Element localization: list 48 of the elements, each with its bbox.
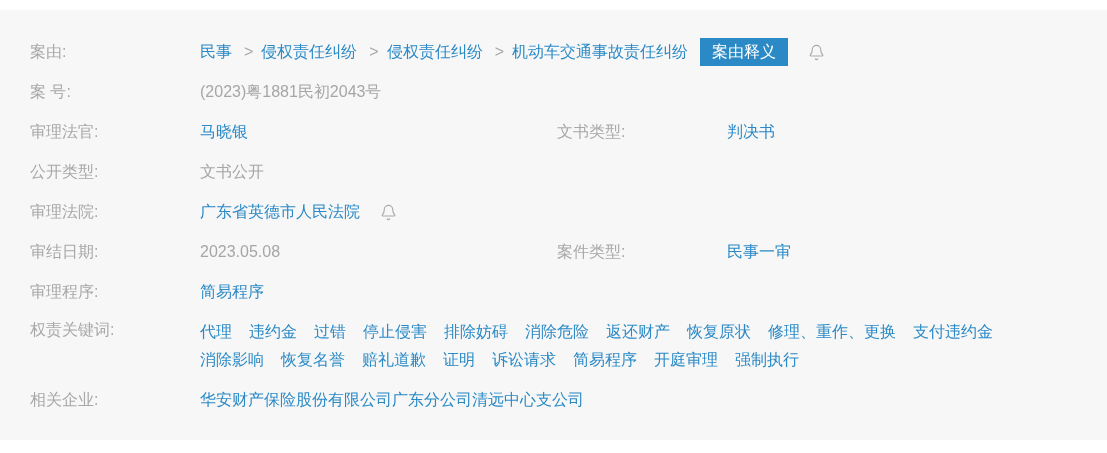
field-value: 2023.05.08	[200, 242, 281, 262]
field-value: 文书公开	[200, 162, 264, 182]
breadcrumb-separator: >	[244, 42, 254, 62]
breadcrumb-link[interactable]: 侵权责任纠纷	[261, 40, 358, 64]
value-link[interactable]: 简易程序	[200, 280, 264, 304]
field-label: 文书类型:	[557, 123, 626, 140]
keyword-link[interactable]: 诉讼请求	[492, 346, 556, 374]
value-link[interactable]: 华安财产保险股份有限公司广东分公司清远中心支公司	[200, 388, 584, 412]
field-label: 案 号:	[30, 83, 71, 100]
breadcrumb-link[interactable]: 侵权责任纠纷	[386, 40, 483, 64]
keyword-link[interactable]: 消除危险	[525, 318, 589, 346]
field-label: 审结日期:	[30, 243, 99, 260]
keyword-link[interactable]: 恢复名誉	[281, 346, 345, 374]
field-label: 审理法官:	[30, 123, 99, 140]
keyword-link[interactable]: 赔礼道歉	[362, 346, 426, 374]
field-value: (2023)粤1881民初2043号	[200, 82, 382, 102]
value-link[interactable]: 广东省英德市人民法院	[200, 200, 360, 224]
bell-icon[interactable]	[380, 203, 397, 221]
keyword-link[interactable]: 过错	[314, 318, 346, 346]
keyword-link[interactable]: 简易程序	[573, 346, 637, 374]
keyword-link[interactable]: 证明	[443, 346, 475, 374]
field-label: 权责关键词:	[30, 321, 115, 338]
field-label: 公开类型:	[30, 163, 99, 180]
value-link[interactable]: 判决书	[727, 120, 775, 144]
breadcrumb-separator: >	[369, 42, 379, 62]
keyword-link[interactable]: 消除影响	[200, 346, 264, 374]
reason-explain-button[interactable]: 案由释义	[700, 38, 789, 66]
field-label: 案由:	[30, 43, 67, 60]
field-label: 审理程序:	[30, 283, 99, 300]
field-label: 审理法院:	[30, 203, 99, 220]
breadcrumb-separator: >	[494, 42, 505, 62]
bell-icon[interactable]	[808, 43, 826, 61]
field-label: 相关企业:	[30, 391, 99, 408]
keyword-link[interactable]: 修理、重作、更换	[768, 318, 896, 346]
keyword-link[interactable]: 强制执行	[735, 346, 799, 374]
keyword-link[interactable]: 恢复原状	[687, 318, 751, 346]
value-link[interactable]: 马晓银	[200, 120, 248, 144]
keyword-link[interactable]: 代理	[200, 318, 232, 346]
breadcrumb-link[interactable]: 民事	[200, 40, 232, 64]
keyword-link[interactable]: 支付违约金	[913, 318, 993, 346]
keyword-link[interactable]: 排除妨碍	[444, 318, 508, 346]
keyword-link[interactable]: 开庭审理	[654, 346, 718, 374]
keyword-link[interactable]: 违约金	[249, 318, 297, 346]
breadcrumb-link[interactable]: 机动车交通事故责任纠纷	[512, 40, 689, 64]
keyword-link[interactable]: 返还财产	[606, 318, 670, 346]
keyword-link[interactable]: 停止侵害	[363, 318, 427, 346]
field-label: 案件类型:	[557, 243, 626, 260]
value-link[interactable]: 民事一审	[727, 240, 791, 264]
